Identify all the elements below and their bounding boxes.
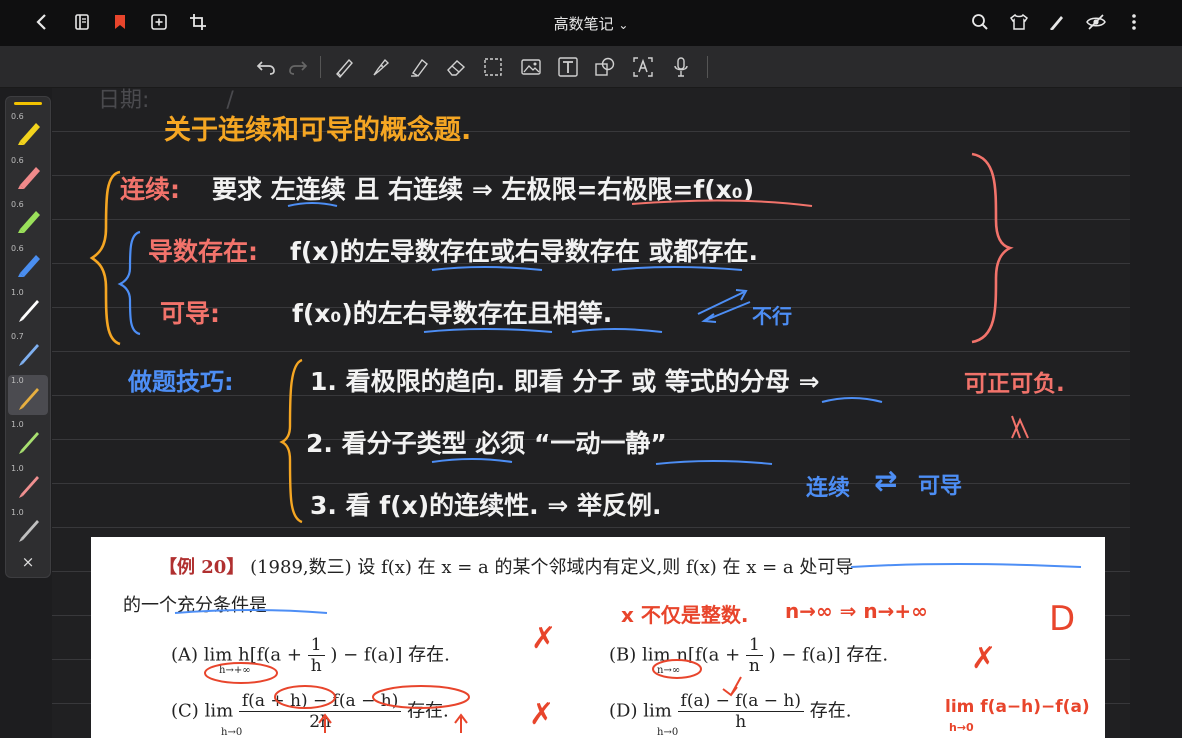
pen-swatch-orange-selected[interactable]: 1.0 [8, 375, 48, 415]
close-palette-button[interactable]: × [8, 551, 48, 573]
pen-width: 1.0 [11, 464, 24, 473]
handwritten-underlines [287, 199, 1029, 465]
pen-swatch-salmon[interactable]: 1.0 [8, 463, 48, 503]
top-bar: 高数笔记 ⌄ [0, 0, 1182, 46]
notebook-title-text: 高数笔记 [553, 15, 614, 33]
pen-swatch-yellow[interactable]: 0.6 [8, 111, 48, 151]
redo-icon[interactable] [286, 55, 310, 79]
hide-icon[interactable] [1084, 10, 1108, 34]
ocr-icon[interactable] [631, 55, 655, 79]
pen-tool-icon[interactable] [369, 55, 393, 79]
pen-swatch-blue[interactable]: 0.6 [8, 243, 48, 283]
notebook-title-button[interactable]: 高数笔记 ⌄ [554, 15, 629, 33]
text-icon[interactable] [556, 55, 580, 79]
pen-width: 0.7 [11, 332, 24, 341]
pen-width: 1.0 [11, 376, 24, 385]
eraser-icon[interactable] [444, 55, 468, 79]
pen-swatch-lightblue[interactable]: 0.7 [8, 331, 48, 371]
pen-swatch-pink[interactable]: 0.6 [8, 155, 48, 195]
back-icon[interactable] [30, 10, 54, 34]
pen-width: 1.0 [11, 420, 24, 429]
toolbar-divider-end [707, 56, 708, 78]
bookmark-icon[interactable] [108, 10, 132, 34]
search-icon[interactable] [968, 10, 992, 34]
page-list-icon[interactable] [70, 10, 94, 34]
more-icon[interactable] [1122, 10, 1146, 34]
pen-width: 1.0 [11, 508, 24, 517]
toolbar-divider [320, 56, 321, 78]
template-icon[interactable] [1007, 10, 1031, 34]
pen-width: 0.6 [11, 112, 24, 121]
add-page-icon[interactable] [147, 10, 171, 34]
pen-width: 0.6 [11, 244, 24, 253]
undo-icon[interactable] [254, 55, 278, 79]
pencil-icon[interactable] [332, 55, 356, 79]
pen-width: 0.6 [11, 200, 24, 209]
pen-width: 1.0 [11, 288, 24, 297]
notebook-title: 高数笔记 ⌄ [0, 13, 1182, 34]
pen-palette: 0.6 0.6 0.6 0.6 1.0 0.7 1.0 1.0 1.0 1.0 … [5, 96, 51, 578]
microphone-icon[interactable] [669, 55, 693, 79]
shape-icon[interactable] [593, 55, 617, 79]
chevron-down-icon: ⌄ [618, 18, 629, 32]
problem-excerpt-image[interactable]: 【例 20】 (1989,数三) 设 f(x) 在 x = a 的某个邻域内有定… [91, 537, 1105, 738]
pen-swatch-gray[interactable]: 1.0 [8, 507, 48, 547]
pen-swatch-green[interactable]: 0.6 [8, 199, 48, 239]
selected-color-indicator [14, 102, 42, 105]
pen-width: 0.6 [11, 156, 24, 165]
excerpt-annotation-strokes [174, 563, 1082, 733]
crop-icon[interactable] [186, 10, 210, 34]
image-icon[interactable] [519, 55, 543, 79]
pen-swatch-lightgreen[interactable]: 1.0 [8, 419, 48, 459]
lasso-icon[interactable] [481, 55, 505, 79]
pen-swatch-white[interactable]: 1.0 [8, 287, 48, 327]
pen-icon[interactable] [1045, 10, 1069, 34]
highlighter-icon[interactable] [407, 55, 431, 79]
